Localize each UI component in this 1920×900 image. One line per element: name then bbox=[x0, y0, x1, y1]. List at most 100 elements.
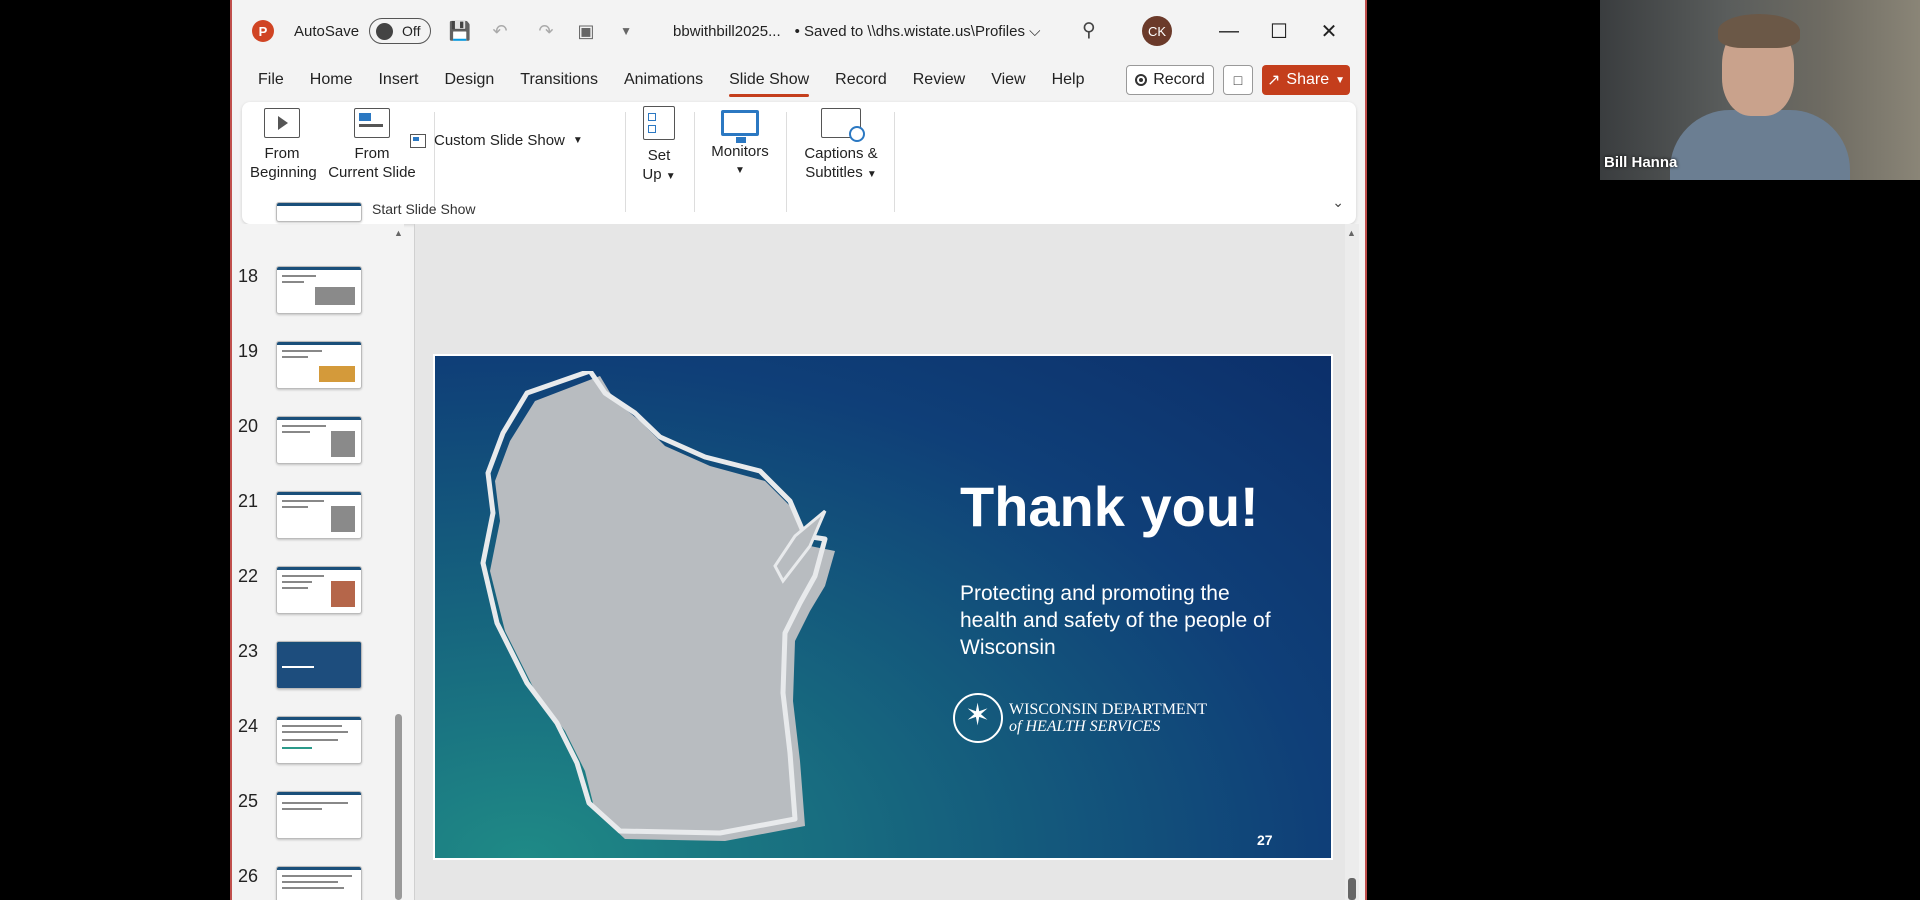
scrollbar-thumb[interactable] bbox=[1348, 878, 1356, 900]
search-icon[interactable]: ⚲ bbox=[1082, 19, 1096, 42]
from-beginning-label-2: Beginning bbox=[250, 164, 317, 181]
dhs-logo: WISCONSIN DEPARTMENT of HEALTH SERVICES bbox=[953, 690, 1223, 746]
slide-thumbnail[interactable] bbox=[276, 641, 362, 689]
slide-thumbnail[interactable] bbox=[276, 566, 362, 614]
ribbon-divider bbox=[625, 112, 626, 212]
thumbnail-partial[interactable] bbox=[232, 202, 392, 254]
from-beginning-button[interactable]: From Beginning bbox=[250, 108, 317, 182]
close-icon[interactable]: ✕ bbox=[1314, 16, 1344, 46]
set-up-button[interactable]: Set Up ▼ bbox=[634, 106, 684, 186]
slide-thumbnail[interactable] bbox=[276, 266, 362, 314]
play-slideshow-icon bbox=[264, 108, 300, 138]
slide-number: 18 bbox=[238, 266, 259, 286]
tab-record[interactable]: Record bbox=[835, 65, 887, 95]
tab-home[interactable]: Home bbox=[310, 65, 353, 95]
slide-number: 23 bbox=[238, 641, 259, 661]
participant-body bbox=[1670, 110, 1850, 180]
slide-thumbnail[interactable] bbox=[276, 491, 362, 539]
tab-insert[interactable]: Insert bbox=[378, 65, 418, 95]
tab-transitions[interactable]: Transitions bbox=[520, 65, 598, 95]
customize-icon[interactable]: ▼ bbox=[615, 20, 637, 42]
powerpoint-window: P AutoSave Off 💾 ↶ ↷ ▣ ▼ bbwithbill2025.… bbox=[230, 0, 1367, 900]
ribbon-divider bbox=[434, 112, 435, 212]
slide-thumbnail[interactable] bbox=[276, 866, 362, 900]
minimize-icon[interactable]: — bbox=[1214, 16, 1244, 46]
thumbnail-row[interactable]: 19 bbox=[232, 341, 392, 393]
slide-number: 24 bbox=[238, 716, 259, 736]
tab-animations[interactable]: Animations bbox=[624, 65, 703, 95]
from-current-slide-button[interactable]: From Current Slide bbox=[322, 108, 422, 182]
chevron-down-icon: ▼ bbox=[572, 135, 583, 146]
slide-number: 22 bbox=[238, 566, 259, 586]
slide-subtitle[interactable]: Protecting and promoting the health and … bbox=[960, 580, 1290, 661]
wisconsin-map-icon bbox=[480, 371, 835, 841]
monitor-icon bbox=[721, 110, 759, 143]
record-button[interactable]: Record bbox=[1126, 65, 1214, 95]
custom-slide-show-button[interactable]: Custom Slide Show ▼ bbox=[410, 132, 583, 149]
collapse-ribbon-icon[interactable]: ⌄ bbox=[1332, 194, 1344, 211]
captions-icon bbox=[821, 108, 865, 142]
slide-number: 25 bbox=[238, 791, 259, 811]
share-button[interactable]: ↗ Share ▼ bbox=[1262, 65, 1350, 95]
powerpoint-logo-icon: P bbox=[252, 20, 274, 42]
save-icon[interactable]: 💾 bbox=[449, 20, 471, 42]
slide-number: 20 bbox=[238, 416, 259, 436]
tab-view[interactable]: View bbox=[991, 65, 1025, 95]
saved-status[interactable]: • Saved to \\dhs.wistate.us\Profiles ⌵ bbox=[795, 23, 1041, 40]
file-name[interactable]: bbwithbill2025... bbox=[673, 23, 781, 40]
slide-thumbnail[interactable] bbox=[276, 791, 362, 839]
ribbon-panel: From Beginning From Current Slide Custom… bbox=[242, 102, 1356, 224]
autosave-toggle[interactable]: Off bbox=[369, 18, 432, 44]
user-avatar[interactable]: CK bbox=[1142, 16, 1172, 46]
share-icon: ↗ bbox=[1266, 72, 1281, 89]
monitors-button[interactable]: Monitors ▼ bbox=[702, 110, 778, 180]
thumbnail-row[interactable]: 26 bbox=[232, 866, 392, 900]
share-label: Share bbox=[1286, 71, 1330, 88]
captions-label-2: Subtitles ▼ bbox=[794, 163, 888, 184]
slide-thumbnail[interactable] bbox=[276, 416, 362, 464]
slide-editor: Thank you! Protecting and promoting the … bbox=[414, 224, 1359, 900]
tab-slide-show[interactable]: Slide Show bbox=[729, 65, 810, 97]
scrollbar-thumb[interactable] bbox=[395, 714, 402, 900]
thumbnail-row[interactable]: 23 bbox=[232, 641, 392, 693]
thumbnail-row[interactable]: 20 bbox=[232, 416, 392, 468]
slide-thumbnail[interactable] bbox=[276, 341, 362, 389]
dhs-emblem-icon bbox=[953, 693, 1003, 743]
ribbon-tabs: File Home Insert Design Transitions Anim… bbox=[232, 62, 1365, 98]
chevron-down-icon: ▼ bbox=[735, 165, 745, 176]
thumbnail-row[interactable]: 22 bbox=[232, 566, 392, 618]
thumbnail-row[interactable]: 18 bbox=[232, 266, 392, 318]
autosave-label: AutoSave bbox=[294, 22, 360, 40]
thumbnail-row[interactable]: 25 bbox=[232, 791, 392, 843]
set-up-label-2: Up ▼ bbox=[634, 165, 684, 186]
undo-icon[interactable]: ↶ bbox=[489, 20, 511, 42]
autosave-state: Off bbox=[402, 23, 421, 39]
from-current-label-1: From bbox=[354, 145, 390, 162]
thumbnail-row[interactable]: 21 bbox=[232, 491, 392, 543]
current-slide[interactable]: Thank you! Protecting and promoting the … bbox=[433, 354, 1333, 860]
captions-subtitles-button[interactable]: Captions & Subtitles ▼ bbox=[794, 108, 888, 184]
current-slide-icon bbox=[354, 108, 390, 138]
comments-button[interactable]: □ bbox=[1223, 65, 1253, 95]
dhs-logo-text: WISCONSIN DEPARTMENT of HEALTH SERVICES bbox=[1009, 701, 1207, 735]
slide-title[interactable]: Thank you! bbox=[960, 474, 1259, 539]
thumbnails-scrollbar[interactable]: ▲ bbox=[393, 224, 405, 900]
tab-help[interactable]: Help bbox=[1052, 65, 1085, 95]
present-icon[interactable]: ▣ bbox=[575, 20, 597, 42]
record-label: Record bbox=[1153, 71, 1205, 88]
from-current-label-2: Current Slide bbox=[328, 164, 416, 181]
slide-thumbnail[interactable] bbox=[276, 716, 362, 764]
tab-file[interactable]: File bbox=[258, 65, 284, 95]
tab-design[interactable]: Design bbox=[444, 65, 494, 95]
scroll-up-icon[interactable]: ▲ bbox=[1347, 228, 1356, 238]
dhs-logo-line1: WISCONSIN DEPARTMENT bbox=[1009, 701, 1208, 718]
maximize-icon[interactable]: ☐ bbox=[1264, 16, 1294, 46]
editor-scrollbar[interactable]: ▲ bbox=[1345, 224, 1359, 900]
monitors-label: Monitors bbox=[711, 143, 769, 160]
redo-icon[interactable]: ↷ bbox=[535, 20, 557, 42]
scroll-up-icon[interactable]: ▲ bbox=[394, 228, 403, 238]
tab-review[interactable]: Review bbox=[913, 65, 965, 95]
title-bar: P AutoSave Off 💾 ↶ ↷ ▣ ▼ bbwithbill2025.… bbox=[232, 0, 1365, 62]
thumbnail-row[interactable]: 24 bbox=[232, 716, 392, 768]
slide-thumbnail[interactable] bbox=[276, 202, 362, 222]
